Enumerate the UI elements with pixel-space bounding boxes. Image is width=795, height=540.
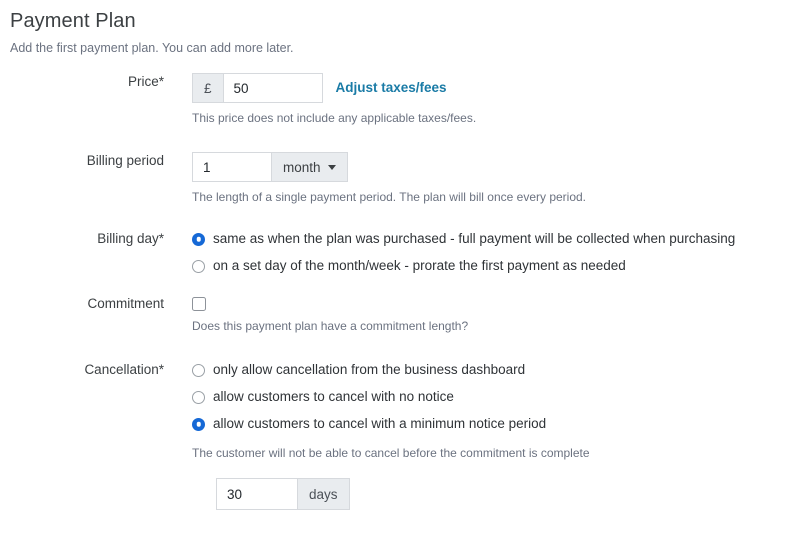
radio-icon[interactable] [192,363,205,377]
form-row-cancellation: Cancellation* only allow cancellation fr… [0,361,795,510]
chevron-down-icon [327,165,336,170]
cancellation-option-label[interactable]: allow customers to cancel with no notice [213,388,454,406]
adjust-taxes-fees-link[interactable]: Adjust taxes/fees [336,73,447,103]
price-help-text: This price does not include any applicab… [192,111,477,125]
notice-period-unit-addon: days [298,478,350,510]
cancellation-field-col: only allow cancellation from the busines… [192,361,795,510]
cancellation-notice-block: The customer will not be able to cancel … [192,445,795,510]
billing-period-field-col: month The length of a single payment per… [192,152,795,206]
billing-period-label: Billing period [86,153,164,168]
price-label: Price* [127,74,164,89]
billing-day-option-same-as-purchase[interactable]: same as when the plan was purchased - fu… [192,230,795,248]
radio-icon[interactable] [192,417,205,431]
cancellation-option-minimum-notice[interactable]: allow customers to cancel with a minimum… [192,415,795,433]
commitment-help-text: Does this payment plan have a commitment… [192,319,469,333]
price-input[interactable] [222,73,323,103]
form-row-price: Price* £ Adjust taxes/fees This price do… [0,73,795,127]
cancellation-option-label[interactable]: allow customers to cancel with a minimum… [213,415,546,433]
billing-period-input[interactable] [192,152,272,182]
radio-icon[interactable] [192,232,205,246]
billing-period-unit-select[interactable]: month [272,152,348,182]
page-header: Payment Plan Add the first payment plan.… [0,8,795,57]
billing-period-unit-label: month [283,159,321,175]
billing-period-help-text: The length of a single payment period. T… [192,190,587,204]
cancellation-option-dashboard-only[interactable]: only allow cancellation from the busines… [192,361,795,379]
cancellation-option-label[interactable]: only allow cancellation from the busines… [213,361,525,379]
radio-icon[interactable] [192,259,205,273]
commitment-checkbox[interactable] [192,297,206,311]
billing-period-input-group: month [192,152,348,182]
cancellation-label: Cancellation* [84,362,164,377]
billing-day-option-label[interactable]: same as when the plan was purchased - fu… [213,230,735,248]
cancellation-help-text: The customer will not be able to cancel … [192,446,590,460]
commitment-field-col: Does this payment plan have a commitment… [192,295,795,335]
notice-period-input-group: days [216,478,350,510]
billing-day-field-col: same as when the plan was purchased - fu… [192,230,795,275]
price-input-line: £ Adjust taxes/fees [192,73,795,103]
billing-day-option-label[interactable]: on a set day of the month/week - prorate… [213,257,626,275]
billing-day-option-set-day[interactable]: on a set day of the month/week - prorate… [192,257,795,275]
radio-icon[interactable] [192,390,205,404]
page-title: Payment Plan [10,10,136,32]
cancellation-option-no-notice[interactable]: allow customers to cancel with no notice [192,388,795,406]
form-row-billing-day: Billing day* same as when the plan was p… [0,230,795,275]
commitment-checkbox-wrap [192,295,795,311]
page-subtitle: Add the first payment plan. You can add … [10,41,294,55]
price-input-group: £ [192,73,323,103]
payment-plan-form: Price* £ Adjust taxes/fees This price do… [0,73,795,510]
price-field-col: £ Adjust taxes/fees This price does not … [192,73,795,127]
form-row-commitment: Commitment Does this payment plan have a… [0,295,795,335]
notice-period-input-wrap: days [216,478,795,510]
payment-plan-page: Payment Plan Add the first payment plan.… [0,0,795,540]
commitment-label: Commitment [87,296,164,311]
billing-day-label: Billing day* [97,231,164,246]
notice-period-input[interactable] [216,478,298,510]
form-row-billing-period: Billing period month The length of a sin… [0,152,795,206]
currency-symbol-addon: £ [192,73,223,103]
